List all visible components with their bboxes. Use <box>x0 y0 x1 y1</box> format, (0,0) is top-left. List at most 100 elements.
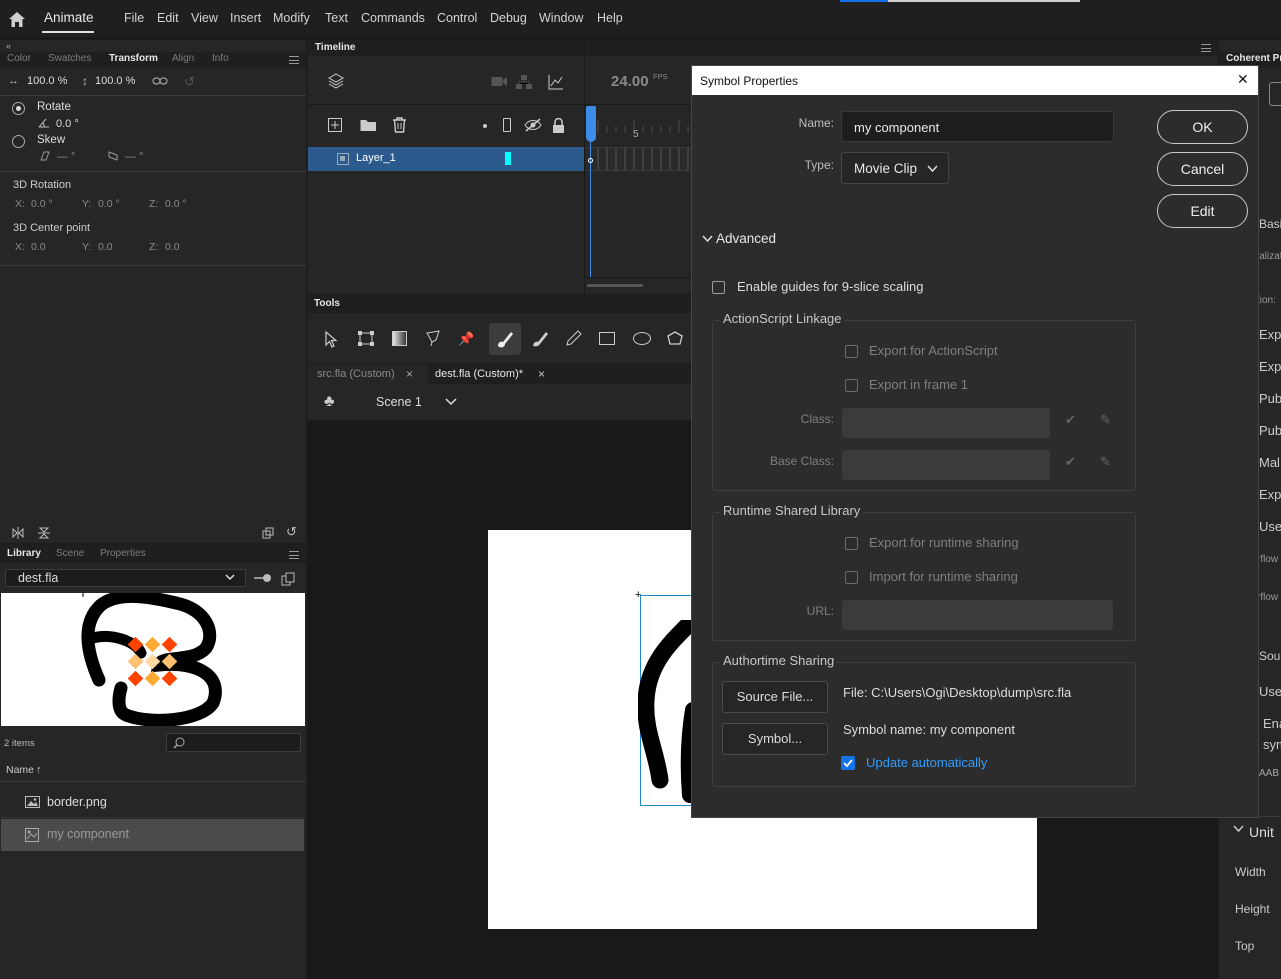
menu-commands[interactable]: Commands <box>361 11 425 25</box>
export-frame1-checkbox[interactable] <box>845 379 858 392</box>
menu-file[interactable]: File <box>124 11 144 25</box>
export-actionscript-checkbox[interactable] <box>845 345 858 358</box>
layer-color-swatch[interactable] <box>505 152 511 165</box>
edit-base-class-pencil-icon[interactable]: ✎ <box>1100 454 1111 470</box>
tab-color[interactable]: Color <box>7 53 31 64</box>
highlight-layers-icon[interactable] <box>483 124 487 128</box>
home-icon[interactable] <box>8 11 26 28</box>
paint-brush-tool-active[interactable] <box>489 323 521 355</box>
edit-class-pencil-icon[interactable]: ✎ <box>1100 412 1111 428</box>
brush-tool-icon[interactable] <box>532 330 549 347</box>
library-item-my-component[interactable]: my component <box>1 819 304 851</box>
symbol-button[interactable]: Symbol... <box>722 723 828 755</box>
check-class-icon[interactable]: ✔ <box>1065 412 1076 428</box>
edit-button[interactable]: Edit <box>1157 194 1248 228</box>
menu-debug[interactable]: Debug <box>490 11 527 25</box>
doc-tab-src[interactable]: src.fla (Custom) × <box>308 364 428 384</box>
cp-x-value[interactable]: 0.0 <box>31 241 46 253</box>
base-class-input[interactable] <box>842 450 1050 480</box>
collapse-panels-icon[interactable]: « <box>6 41 11 51</box>
advanced-toggle[interactable]: Advanced <box>716 231 776 246</box>
symbol-type-select[interactable]: Movie Clip <box>841 152 949 184</box>
library-item-border-png[interactable]: border.png <box>1 787 304 818</box>
outline-layers-icon[interactable] <box>503 118 511 132</box>
update-automatically-checkbox[interactable] <box>841 756 855 770</box>
nine-slice-checkbox[interactable] <box>712 281 725 294</box>
playhead-handle[interactable] <box>586 106 596 142</box>
import-runtime-checkbox[interactable] <box>845 571 858 584</box>
ok-button[interactable]: OK <box>1157 110 1248 144</box>
keyframe-marker[interactable] <box>588 158 593 163</box>
tab-scene[interactable]: Scene <box>56 548 84 559</box>
symbol-name-input[interactable]: my component <box>841 111 1114 142</box>
flip-vertical-icon[interactable] <box>38 527 50 539</box>
cancel-button[interactable]: Cancel <box>1157 152 1248 186</box>
reset-transform-icon[interactable]: ↺ <box>286 524 297 540</box>
camera-icon[interactable] <box>491 76 508 87</box>
hide-layers-icon[interactable] <box>524 118 542 132</box>
frame-cells[interactable] <box>586 147 698 171</box>
tab-align[interactable]: Align <box>172 53 194 64</box>
oval-tool-icon[interactable] <box>633 332 651 345</box>
reset-icon[interactable]: ↺ <box>184 74 195 90</box>
tab-swatches[interactable]: Swatches <box>48 53 91 64</box>
chevron-down-icon[interactable] <box>1233 825 1244 833</box>
new-layer-icon[interactable] <box>328 118 342 132</box>
rotate-radio[interactable] <box>12 102 25 115</box>
constrain-link-icon[interactable] <box>152 74 168 88</box>
fps-value[interactable]: 24.00 <box>611 73 649 90</box>
layers-icon[interactable] <box>328 73 344 89</box>
menu-text[interactable]: Text <box>325 11 348 25</box>
scale-height-value[interactable]: 100.0 % <box>95 75 135 87</box>
check-base-class-icon[interactable]: ✔ <box>1065 454 1076 470</box>
polystar-tool-icon[interactable] <box>667 331 683 346</box>
menu-view[interactable]: View <box>191 11 218 25</box>
class-input[interactable] <box>842 408 1050 438</box>
chevron-down-icon[interactable] <box>445 398 457 406</box>
units-section-label[interactable]: Unit <box>1249 824 1274 840</box>
rot-z-value[interactable]: 0.0 ° <box>165 198 187 210</box>
flip-horizontal-icon[interactable] <box>12 527 24 539</box>
pin-tool-icon[interactable]: 📌 <box>458 331 474 347</box>
menu-control[interactable]: Control <box>437 11 477 25</box>
menu-modify[interactable]: Modify <box>273 11 310 25</box>
rot-x-value[interactable]: 0.0 ° <box>31 198 53 210</box>
tab-library[interactable]: Library <box>7 548 41 559</box>
lasso-tool-icon[interactable] <box>425 330 442 347</box>
menu-insert[interactable]: Insert <box>230 11 261 25</box>
new-library-panel-icon[interactable] <box>281 572 295 586</box>
trash-icon[interactable] <box>392 117 407 133</box>
skew-vertical-value[interactable]: — ° <box>125 151 143 163</box>
pin-library-icon[interactable] <box>254 573 272 583</box>
duplicate-transform-icon[interactable] <box>262 527 274 539</box>
tab-info[interactable]: Info <box>212 53 229 64</box>
rotate-value[interactable]: 0.0 ° <box>56 118 79 130</box>
scale-width-value[interactable]: 100.0 % <box>27 75 67 87</box>
skew-horizontal-value[interactable]: — ° <box>57 151 75 163</box>
skew-radio[interactable] <box>12 135 25 148</box>
layer-parenting-icon[interactable] <box>516 74 532 90</box>
close-icon[interactable]: × <box>538 367 545 381</box>
new-folder-icon[interactable] <box>360 118 377 132</box>
menu-help[interactable]: Help <box>597 11 623 25</box>
sort-ascending-icon[interactable]: ↑ <box>36 764 42 776</box>
menu-edit[interactable]: Edit <box>157 11 179 25</box>
gradient-tool-icon[interactable] <box>392 331 407 346</box>
close-icon[interactable]: × <box>406 367 413 381</box>
layer-row-layer-1[interactable]: Layer_1 <box>308 147 584 171</box>
pencil-tool-icon[interactable] <box>565 330 582 347</box>
tab-properties[interactable]: Properties <box>100 548 146 559</box>
close-icon[interactable]: ✕ <box>1237 71 1249 88</box>
doc-tab-dest[interactable]: dest.fla (Custom)* × <box>429 364 554 384</box>
coherent-button[interactable] <box>1269 82 1281 106</box>
tab-transform[interactable]: Transform <box>109 53 158 64</box>
scene-label[interactable]: Scene 1 <box>376 395 422 409</box>
url-input[interactable] <box>842 600 1113 630</box>
cp-y-value[interactable]: 0.0 <box>98 241 113 253</box>
graph-icon[interactable] <box>548 74 564 90</box>
menu-window[interactable]: Window <box>539 11 583 25</box>
panel-menu-icon[interactable] <box>289 56 299 64</box>
source-file-button[interactable]: Source File... <box>722 681 828 713</box>
free-transform-tool-icon[interactable] <box>357 330 375 347</box>
export-runtime-checkbox[interactable] <box>845 537 858 550</box>
